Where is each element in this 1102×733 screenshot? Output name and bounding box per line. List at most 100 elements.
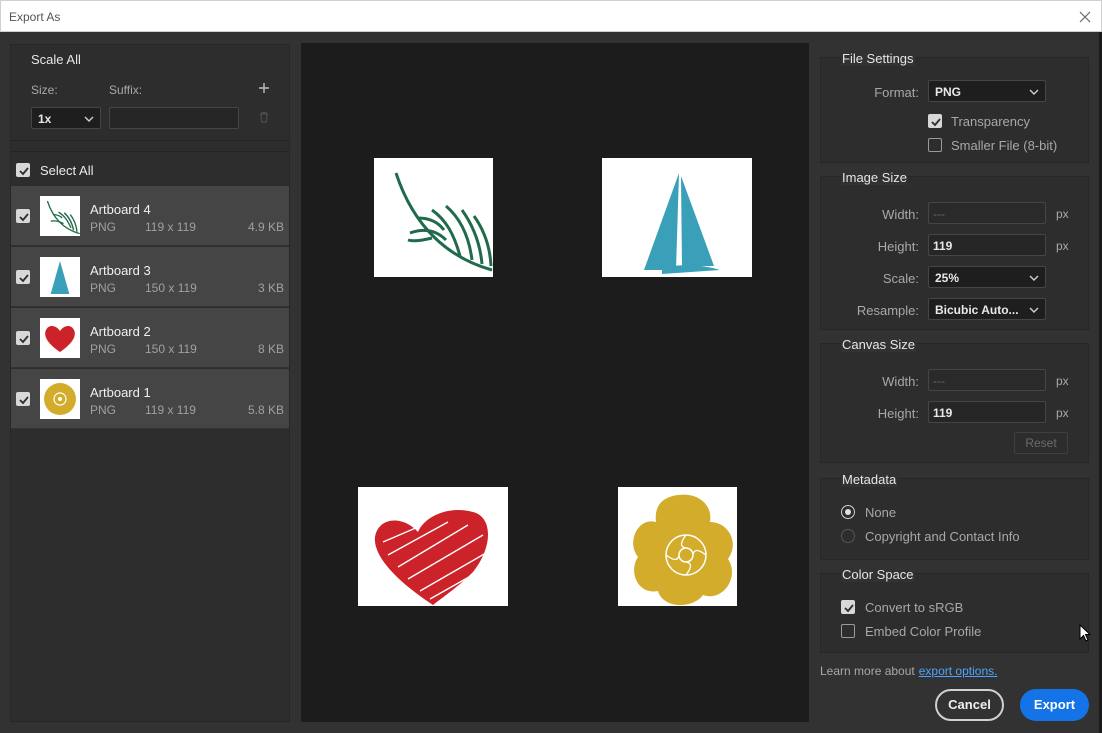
artboard-file-size: 4.9 KB [247,220,284,234]
artboard-dimensions: 150 x 119 [145,342,197,356]
canvas-width-label: Width: [882,374,919,389]
chevron-down-icon [1029,304,1039,314]
color-space-section: Color Space Convert to sRGB Embed Color … [820,567,1089,653]
artboard-format: PNG [90,403,117,417]
canvas-width-unit: px [1056,374,1069,388]
artboard-format: PNG [90,281,117,295]
metadata-section: Metadata None Copyright and Contact Info [820,472,1089,560]
plus-icon[interactable] [257,81,271,95]
artboard-1-preview [618,487,737,606]
list-item[interactable]: Artboard 1 PNG 119 x 119 5.8 KB [11,369,289,429]
image-height-label: Height: [877,239,919,254]
artboard-name: Artboard 3 [90,263,151,278]
select-all-label: Select All [40,163,94,178]
export-options-link[interactable]: export options. [919,664,998,678]
size-select-value: 1x [38,112,52,126]
artboard-file-size: 8 KB [257,342,284,356]
learn-more-label: Learn more about [820,664,915,678]
artboard-format: PNG [90,220,117,234]
artboard-checkbox[interactable] [16,209,30,223]
artboard-3-preview [602,158,752,277]
mouse-cursor-icon [1079,623,1092,647]
image-width-unit: px [1056,207,1069,221]
list-item[interactable]: Artboard 4 PNG 119 x 119 4.9 KB [11,186,289,246]
artboard-2-preview [358,487,508,606]
artboard-name: Artboard 1 [90,385,151,400]
learn-more-text: Learn more about export options. [820,664,997,678]
artboard-checkbox[interactable] [16,392,30,406]
cancel-button[interactable]: Cancel [935,689,1004,721]
transparency-label: Transparency [951,114,1030,129]
format-select-value: PNG [935,85,962,99]
resample-select-value: Bicubic Auto... [935,303,1019,317]
artboard-file-size: 5.8 KB [247,403,284,417]
image-size-title: Image Size [841,170,909,185]
transparency-checkbox[interactable] [928,114,942,128]
list-item[interactable]: Artboard 2 PNG 150 x 119 8 KB [11,308,289,368]
scale-label: Scale: [882,271,919,286]
resample-label: Resample: [856,303,919,318]
metadata-copyright-radio[interactable] [841,529,855,543]
chevron-down-icon [84,113,94,123]
list-item[interactable]: Artboard 3 PNG 150 x 119 3 KB [11,247,289,307]
suffix-label: Suffix: [109,83,143,97]
select-all-checkbox[interactable] [16,163,30,177]
convert-srgb-label: Convert to sRGB [865,600,964,615]
artboard-dimensions: 150 x 119 [145,281,197,295]
canvas-height-label: Height: [877,406,919,421]
image-width-input[interactable]: --- [928,202,1046,224]
artboard-name: Artboard 4 [90,202,151,217]
color-space-title: Color Space [841,567,915,582]
trash-icon[interactable] [257,110,271,124]
suffix-input[interactable] [109,107,239,129]
metadata-none-radio[interactable] [841,505,855,519]
resample-select[interactable]: Bicubic Auto... [928,298,1046,320]
artboard-3-thumbnail [40,257,80,297]
preview-area[interactable] [301,43,809,722]
artboard-name: Artboard 2 [90,324,151,339]
file-settings-title: File Settings [841,51,915,66]
image-width-label: Width: [882,207,919,222]
canvas-width-input[interactable]: --- [928,369,1046,391]
canvas-size-title: Canvas Size [841,337,916,352]
canvas-height-input[interactable]: 119 [928,401,1046,423]
chevron-down-icon [1029,272,1039,282]
file-settings-section: File Settings Format: PNG Transparency S… [820,51,1089,163]
scale-all-title: Scale All [31,52,81,67]
artboard-1-thumbnail [40,379,80,419]
embed-profile-label: Embed Color Profile [865,624,982,639]
image-size-section: Image Size Width: --- px Height: 119 px … [820,170,1089,330]
size-select[interactable]: 1x [31,107,101,129]
metadata-copyright-label: Copyright and Contact Info [865,529,1020,544]
artboard-4-preview [374,158,493,277]
scale-select[interactable]: 25% [928,266,1046,288]
chevron-down-icon [1029,86,1039,96]
smaller-file-label: Smaller File (8-bit) [951,138,1058,153]
canvas-height-unit: px [1056,406,1069,420]
artboard-dimensions: 119 x 119 [145,220,196,234]
scale-all-section: Scale All Size: Suffix: 1x [11,45,289,141]
artboard-dimensions: 119 x 119 [145,403,196,417]
artboard-file-size: 3 KB [257,281,284,295]
artboard-2-thumbnail [40,318,80,358]
metadata-title: Metadata [841,472,898,487]
artboard-format: PNG [90,342,117,356]
image-height-unit: px [1056,239,1069,253]
convert-srgb-checkbox[interactable] [841,600,855,614]
artboard-checkbox[interactable] [16,270,30,284]
metadata-none-label: None [865,505,897,520]
export-button[interactable]: Export [1020,689,1089,721]
size-label: Size: [31,83,58,97]
format-label: Format: [874,85,919,100]
smaller-file-checkbox[interactable] [928,138,942,152]
close-icon[interactable] [1075,7,1095,27]
artboard-panel: Scale All Size: Suffix: 1x Select All Ar… [10,44,290,722]
image-height-input[interactable]: 119 [928,234,1046,256]
reset-button[interactable]: Reset [1014,432,1068,454]
export-dialog: Scale All Size: Suffix: 1x Select All Ar… [0,32,1099,733]
artboard-checkbox[interactable] [16,331,30,345]
format-select[interactable]: PNG [928,80,1046,102]
title-bar: Export As [0,0,1102,32]
embed-profile-checkbox[interactable] [841,624,855,638]
select-all-row[interactable]: Select All [11,151,289,186]
